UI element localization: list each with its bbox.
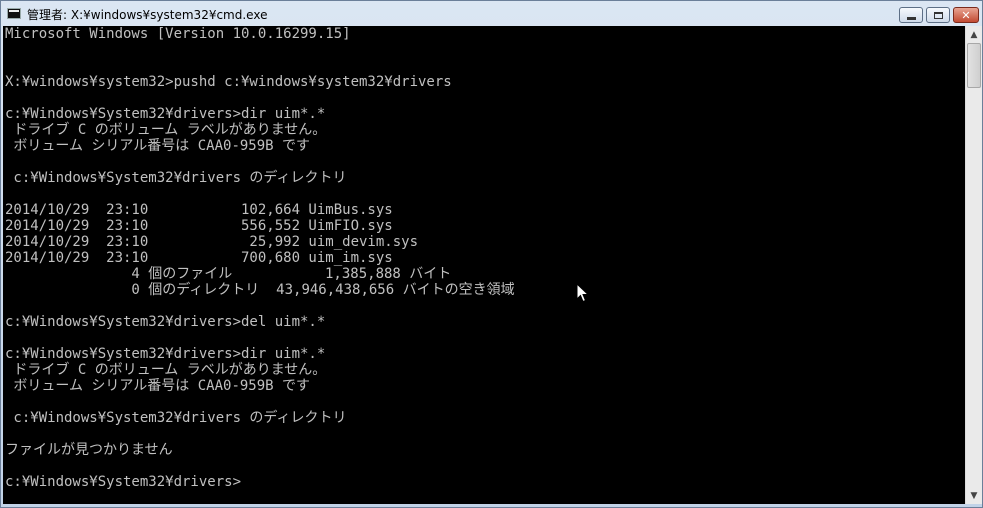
console-line: ドライブ C のボリューム ラベルがありません。 xyxy=(5,362,327,378)
window-title: 管理者: X:¥windows¥system32¥cmd.exe xyxy=(27,8,268,22)
maximize-icon xyxy=(933,11,943,19)
console-line: 0 個のディレクトリ 43,946,438,656 バイトの空き領域 xyxy=(5,282,515,298)
minimize-button[interactable] xyxy=(899,7,923,23)
console-line: c:¥Windows¥System32¥drivers のディレクトリ xyxy=(5,170,347,186)
console-line: 4 個のファイル 1,385,888 バイト xyxy=(5,266,452,282)
console-line: ボリューム シリアル番号は CAA0-959B です xyxy=(5,138,311,154)
console-line: 2014/10/29 23:10 700,680 uim_im.sys xyxy=(5,250,393,266)
console-lines: Microsoft Windows [Version 10.0.16299.15… xyxy=(5,26,515,490)
minimize-icon xyxy=(906,16,916,20)
console-line: 2014/10/29 23:10 556,552 UimFIO.sys xyxy=(5,218,393,234)
cmd-app-icon[interactable] xyxy=(7,8,21,19)
console-line: c:¥Windows¥System32¥drivers>del uim*.* xyxy=(5,314,326,330)
mouse-pointer-icon xyxy=(576,283,590,303)
console-line: ファイルが見つかりません xyxy=(5,442,173,458)
scroll-up-arrow[interactable]: ▲ xyxy=(966,26,982,43)
maximize-button[interactable] xyxy=(926,7,950,23)
title-bar[interactable]: 管理者: X:¥windows¥system32¥cmd.exe ✕ xyxy=(1,1,982,26)
vertical-scrollbar[interactable]: ▲ ▼ xyxy=(965,26,982,504)
close-icon: ✕ xyxy=(961,8,971,22)
console-line: ボリューム シリアル番号は CAA0-959B です xyxy=(5,378,311,394)
console-line: c:¥Windows¥System32¥drivers のディレクトリ xyxy=(5,410,347,426)
console-output[interactable]: Microsoft Windows [Version 10.0.16299.15… xyxy=(3,26,965,504)
console-line: c:¥Windows¥System32¥drivers>dir uim*.* xyxy=(5,106,326,122)
console-line: ドライブ C のボリューム ラベルがありません。 xyxy=(5,122,327,138)
console-line: c:¥Windows¥System32¥drivers>dir uim*.* xyxy=(5,346,326,362)
scroll-down-arrow[interactable]: ▼ xyxy=(966,487,982,504)
close-button[interactable]: ✕ xyxy=(953,7,979,23)
console-line: Microsoft Windows [Version 10.0.16299.15… xyxy=(5,26,351,42)
console-line: X:¥windows¥system32>pushd c:¥windows¥sys… xyxy=(5,74,452,90)
cmd-window: 管理者: X:¥windows¥system32¥cmd.exe ✕ Micro… xyxy=(0,0,983,508)
console-line: 2014/10/29 23:10 102,664 UimBus.sys xyxy=(5,202,393,218)
scroll-thumb[interactable] xyxy=(967,43,981,88)
console-line: c:¥Windows¥System32¥drivers> xyxy=(5,474,242,490)
console-line: 2014/10/29 23:10 25,992 uim_devim.sys xyxy=(5,234,419,250)
